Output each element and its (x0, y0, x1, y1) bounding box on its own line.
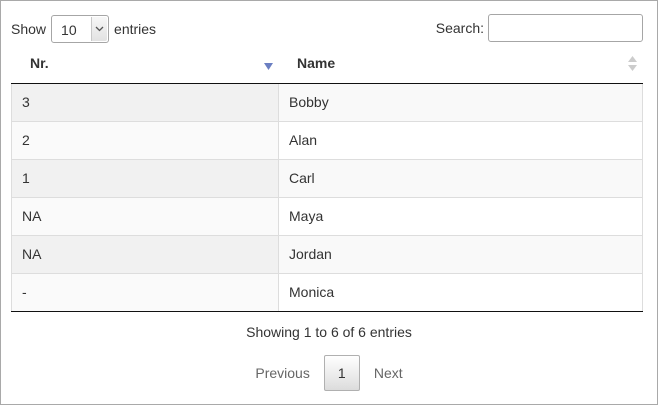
next-button[interactable]: Next (368, 365, 409, 381)
show-label: Show (11, 21, 47, 37)
dropdown-button[interactable] (91, 17, 108, 41)
cell-nr: 2 (11, 122, 278, 159)
search-input[interactable] (488, 14, 643, 42)
table-body: 3 Bobby 2 Alan 1 Carl NA Maya NA Jordan … (11, 84, 643, 312)
table-header: Nr. Name (11, 45, 643, 84)
datatable-widget: Show 10 entries Search: Nr. Name 3 Bobby… (0, 0, 658, 405)
cell-nr: NA (11, 236, 278, 273)
table-row: NA Jordan (11, 236, 643, 274)
table-row: 3 Bobby (11, 84, 643, 122)
column-header-name[interactable]: Name (278, 45, 643, 83)
previous-button[interactable]: Previous (249, 365, 315, 381)
entries-label: entries (114, 21, 157, 37)
column-header-label: Name (297, 55, 336, 71)
table-row: 1 Carl (11, 160, 643, 198)
cell-name: Alan (278, 122, 643, 159)
table-row: NA Maya (11, 198, 643, 236)
column-header-label: Nr. (30, 55, 49, 71)
cell-name: Carl (278, 160, 643, 197)
entries-length-control: Show 10 entries (11, 14, 156, 44)
sort-descending-icon (264, 63, 273, 70)
search-control: Search: (436, 13, 643, 43)
cell-nr: 1 (11, 160, 278, 197)
data-table: Nr. Name 3 Bobby 2 Alan 1 Carl NA Maya N… (11, 45, 643, 312)
entries-per-page-select[interactable]: 10 (51, 15, 110, 43)
cell-nr: - (11, 274, 278, 311)
cell-nr: 3 (11, 84, 278, 121)
column-header-nr[interactable]: Nr. (11, 45, 278, 83)
cell-name: Monica (278, 274, 643, 311)
sort-both-icon (628, 56, 637, 71)
page-button-current[interactable]: 1 (323, 355, 360, 391)
entries-per-page-value: 10 (61, 22, 77, 38)
cell-nr: NA (11, 198, 278, 235)
chevron-down-icon (95, 26, 104, 32)
table-row: 2 Alan (11, 122, 643, 160)
search-label: Search: (435, 20, 484, 36)
cell-name: Bobby (278, 84, 643, 121)
table-info: Showing 1 to 6 of 6 entries (246, 324, 412, 340)
cell-name: Jordan (278, 236, 643, 273)
cell-name: Maya (278, 198, 643, 235)
pagination: Previous 1 Next (1, 354, 657, 392)
table-row: - Monica (11, 274, 643, 312)
